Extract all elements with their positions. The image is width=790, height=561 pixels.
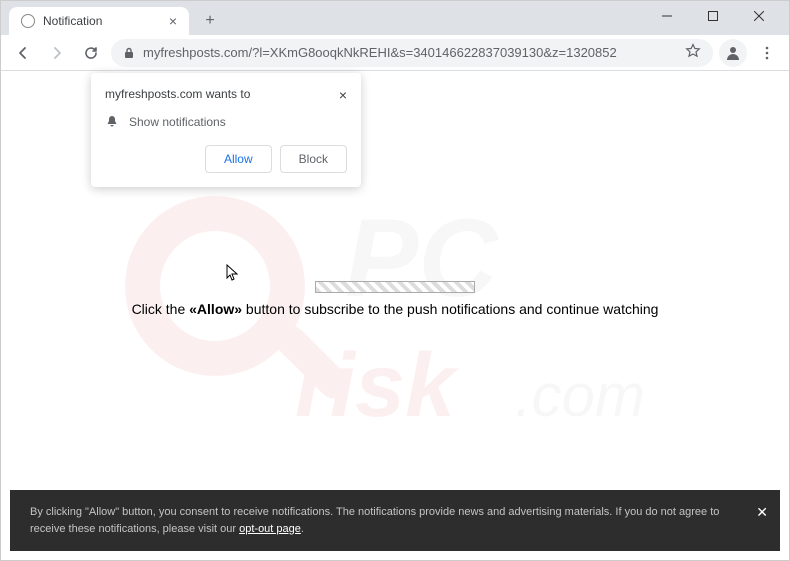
consent-banner: By clicking "Allow" button, you consent …	[10, 490, 780, 551]
notification-permission-popup: myfreshposts.com wants to × Show notific…	[91, 73, 361, 187]
reload-button[interactable]	[77, 39, 105, 67]
browser-tab[interactable]: Notification ×	[9, 7, 189, 35]
banner-text: By clicking "Allow" button, you consent …	[30, 504, 740, 537]
profile-button[interactable]	[719, 39, 747, 67]
browser-toolbar: myfreshposts.com/?l=XKmG8ooqkNkREHI&s=34…	[1, 35, 789, 71]
url-text: myfreshposts.com/?l=XKmG8ooqkNkREHI&s=34…	[143, 45, 677, 60]
close-icon[interactable]: ×	[169, 13, 177, 29]
allow-button[interactable]: Allow	[205, 145, 272, 173]
address-bar[interactable]: myfreshposts.com/?l=XKmG8ooqkNkREHI&s=34…	[111, 39, 713, 67]
globe-icon	[21, 14, 35, 28]
close-window-button[interactable]	[737, 1, 781, 31]
block-button[interactable]: Block	[280, 145, 347, 173]
maximize-button[interactable]	[691, 1, 735, 31]
new-tab-button[interactable]: +	[197, 8, 223, 34]
page-content: PC risk .com myfreshposts.com wants to ×…	[1, 71, 789, 560]
banner-text-pre: By clicking "Allow" button, you consent …	[30, 506, 719, 535]
notification-description: Show notifications	[129, 115, 226, 129]
minimize-button[interactable]	[645, 1, 689, 31]
page-message-bold: «Allow»	[189, 301, 242, 317]
notification-origin: myfreshposts.com wants to	[105, 87, 250, 101]
tab-title: Notification	[43, 14, 102, 28]
svg-text:.com: .com	[515, 362, 645, 429]
page-message-pre: Click the	[132, 301, 190, 317]
menu-button[interactable]	[753, 39, 781, 67]
window-titlebar: Notification × +	[1, 1, 789, 35]
close-icon[interactable]: ×	[339, 87, 347, 103]
window-controls	[645, 1, 781, 31]
back-button[interactable]	[9, 39, 37, 67]
progress-bar	[315, 281, 475, 293]
opt-out-link[interactable]: opt-out page	[239, 523, 301, 535]
cursor-icon	[226, 264, 240, 282]
forward-button[interactable]	[43, 39, 71, 67]
star-icon[interactable]	[685, 43, 701, 62]
banner-text-post: .	[301, 523, 304, 535]
lock-icon	[123, 47, 135, 59]
page-message: Click the «Allow» button to subscribe to…	[1, 301, 789, 317]
page-message-post: button to subscribe to the push notifica…	[242, 301, 658, 317]
svg-text:risk: risk	[295, 336, 459, 436]
bell-icon	[105, 115, 119, 129]
close-icon[interactable]: ✕	[756, 502, 768, 523]
